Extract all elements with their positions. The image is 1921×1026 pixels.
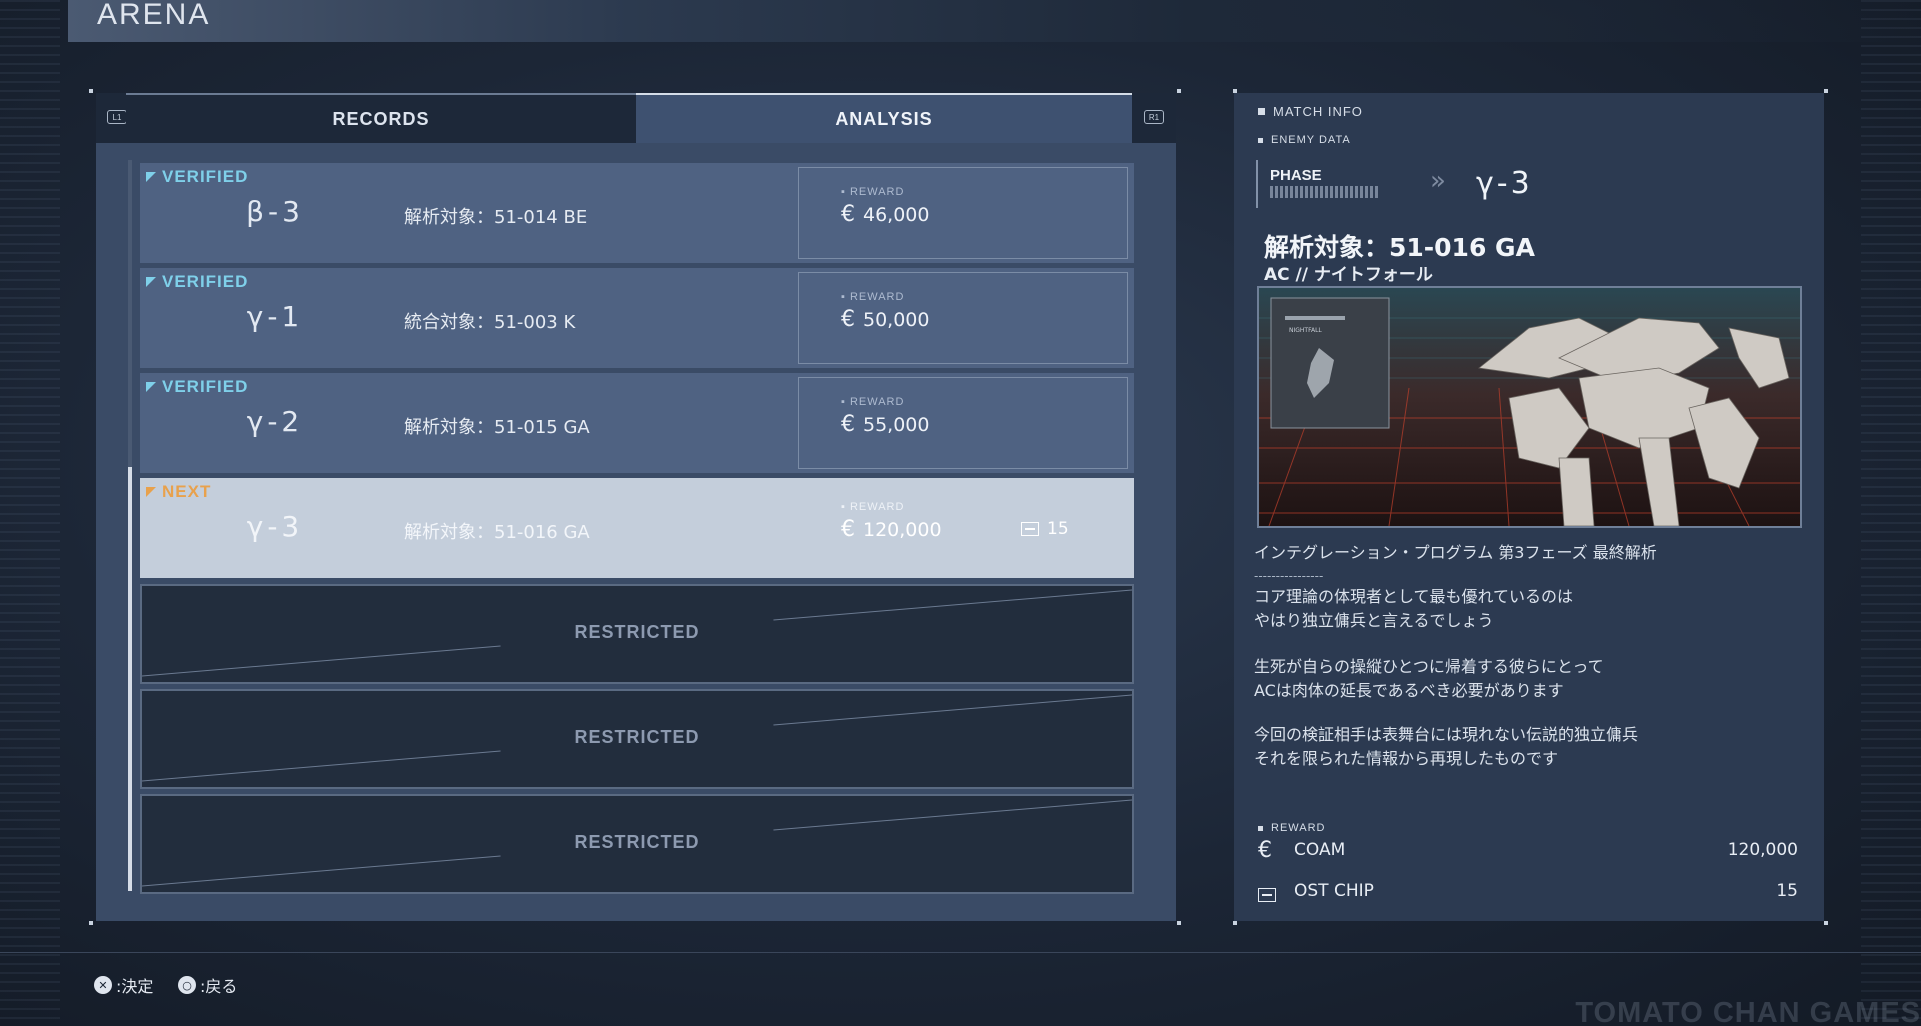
tab-records[interactable]: RECORDS [126,93,636,143]
corner-marker [1177,921,1181,925]
description-line: 生死が自らの操縦ひとつに帰着する彼らにとって [1254,657,1604,676]
confirm-button[interactable]: ✕ :決定 [94,973,153,997]
reward-heading: REWARD [1258,822,1325,834]
target-label: 解析対象：51-015 GA [404,417,590,438]
corner-marker [1824,921,1828,925]
flag-icon [146,277,156,287]
coam-icon: € [841,307,855,332]
target-label: 解析対象：51-016 GA [404,522,590,543]
enemy-ac-image: NIGHTFALL [1257,286,1802,528]
coam-icon: € [841,517,855,542]
square-bullet-icon [1258,137,1263,143]
nightfall-card-label: NIGHTFALL [1289,327,1322,334]
chip-value: 15 [1021,519,1069,539]
restricted-item: RESTRICTED [140,794,1134,894]
target-label: 解析対象：51-014 BE [404,207,588,228]
phase-label: γ-3 [246,510,304,543]
reward-label: ▪ REWARD [841,186,905,198]
reward-label: ▪ REWARD [841,291,905,303]
corner-marker [89,89,93,93]
circle-button-icon: ○ [178,976,196,994]
back-label: :戻る [200,977,238,996]
chevron-right-icon: » [1430,166,1446,196]
reward-value: €46,000 [841,202,930,227]
footer-divider [0,952,1921,953]
target-label: 統合対象：51-003 K [404,312,576,333]
chip-icon [1258,883,1276,908]
header-bar [68,0,1921,42]
reward-name: COAM [1294,840,1346,860]
current-phase: γ-3 [1476,166,1533,201]
right-decor-stripe [1861,0,1921,1026]
coam-icon: € [841,202,855,227]
l1-hint-icon: L1 [107,110,127,124]
tab-analysis[interactable]: ANALYSIS [636,93,1132,143]
corner-marker [1177,89,1181,93]
confirm-label: :決定 [116,977,154,996]
reward-box: ▪ REWARD €120,000 15 [798,482,1128,574]
reward-amount: 120,000 [1727,840,1798,860]
phase-label: γ-1 [246,300,304,333]
restricted-label: RESTRICTED [574,622,700,642]
page-title: ARENA [97,0,211,31]
description-line: 今回の検証相手は表舞台には現れない伝説的独立傭兵 [1254,725,1639,744]
reward-box: ▪ REWARD €55,000 [798,377,1128,469]
flag-icon [146,172,156,182]
phase-deco-lines [1270,186,1380,198]
status-badge: VERIFIED [146,272,248,292]
restricted-label: RESTRICTED [574,727,700,747]
phase-label: β-3 [246,195,304,228]
phase-label: γ-2 [246,405,304,438]
list-item-selected[interactable]: NEXT γ-3 解析対象：51-016 GA ▪ REWARD €120,00… [140,478,1134,578]
reward-chip-row: OST CHIP 15 [1258,879,1798,905]
description-line: やはり独立傭兵と言えるでしょう [1254,611,1494,630]
status-badge: VERIFIED [146,377,248,397]
description-line: ACは肉体の延長であるべき必要があります [1254,681,1564,700]
phase-heading: PHASE [1270,167,1322,184]
reward-box: ▪ REWARD €46,000 [798,167,1128,259]
enemy-ac-illustration: NIGHTFALL [1259,288,1800,526]
square-bullet-icon [1258,825,1263,831]
list-item[interactable]: VERIFIED γ-1 統合対象：51-003 K ▪ REWARD €50,… [140,268,1134,368]
cross-button-icon: ✕ [94,976,112,994]
reward-value: €120,000 [841,517,942,542]
description-divider: ---------------- [1254,569,1324,583]
reward-label: ▪ REWARD [841,501,905,513]
reward-box: ▪ REWARD €50,000 [798,272,1128,364]
list-item[interactable]: VERIFIED β-3 解析対象：51-014 BE ▪ REWARD €46… [140,163,1134,263]
corner-marker [1824,89,1828,93]
corner-marker [89,921,93,925]
description-line: コア理論の体現者として最も優れているのは [1254,587,1574,606]
description-line: それを限られた情報から再現したものです [1254,749,1559,768]
restricted-item: RESTRICTED [140,584,1134,684]
enemy-data-heading: ENEMY DATA [1258,134,1351,146]
reward-label: ▪ REWARD [841,396,905,408]
reward-value: €50,000 [841,307,930,332]
corner-marker [1233,921,1237,925]
reward-name: OST CHIP [1294,881,1374,901]
left-decor-stripe [0,0,60,1026]
match-info-heading: MATCH INFO [1258,104,1363,119]
flag-icon [146,487,156,497]
restricted-label: RESTRICTED [574,832,700,852]
flag-icon [146,382,156,392]
enemy-ac-name: AC // ナイトフォール [1264,265,1433,285]
chip-icon [1021,522,1039,536]
status-badge: VERIFIED [146,167,248,187]
status-badge: NEXT [146,482,211,502]
coam-icon: € [841,412,855,437]
reward-amount: 15 [1776,881,1798,901]
reward-coam-row: € COAM 120,000 [1258,838,1798,864]
scrollbar-thumb[interactable] [128,467,132,891]
square-bullet-icon [1258,108,1265,115]
reward-value: €55,000 [841,412,930,437]
back-button[interactable]: ○ :戻る [178,973,237,997]
watermark: TOMATO CHAN GAMES [1575,997,1921,1026]
enemy-target: 解析対象：51-016 GA [1264,233,1535,262]
description-line: インテグレーション・プログラム 第3フェーズ 最終解析 [1254,543,1657,562]
list-item[interactable]: VERIFIED γ-2 解析対象：51-015 GA ▪ REWARD €55… [140,373,1134,473]
restricted-item: RESTRICTED [140,689,1134,789]
r1-hint-icon: R1 [1144,110,1164,124]
coam-icon: € [1258,838,1272,863]
